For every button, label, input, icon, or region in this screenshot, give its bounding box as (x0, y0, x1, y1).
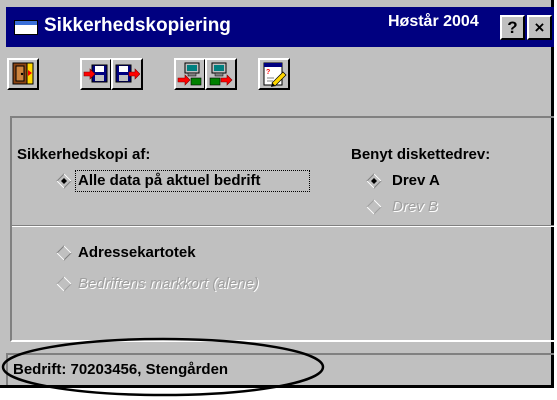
help-button[interactable]: ? (500, 15, 525, 40)
option-drive-b-label: Drev B (392, 198, 438, 215)
harvest-year-label: Høstår 2004 (388, 13, 479, 30)
restore-button[interactable] (111, 58, 143, 90)
title-bar[interactable]: Sikkerhedskopiering Høstår 2004 ? × (6, 7, 554, 47)
backup-button[interactable] (80, 58, 112, 90)
radio-address-file[interactable] (56, 245, 72, 261)
close-button[interactable]: × (527, 15, 552, 40)
annotation-ellipse (1, 337, 325, 397)
window-title: Sikkerhedskopiering (44, 15, 231, 36)
network-receive-button[interactable] (205, 58, 237, 90)
settings-edit-icon: ? (263, 62, 287, 87)
save-to-floppy-icon (83, 64, 108, 83)
svg-text:?: ? (266, 69, 270, 76)
backup-dialog: Sikkerhedskopiering Høstår 2004 ? × ? Si… (0, 0, 554, 388)
network-send-button[interactable] (174, 58, 206, 90)
toolbar: ? (6, 52, 554, 98)
restore-from-floppy-icon (115, 64, 140, 83)
radio-drive-a[interactable] (366, 173, 382, 189)
radio-all-data[interactable] (56, 173, 72, 189)
option-drive-a-label[interactable]: Drev A (392, 172, 440, 189)
option-all-data-label[interactable]: Alle data på aktuel bedrift (78, 172, 261, 189)
settings-button[interactable]: ? (258, 58, 290, 90)
backup-scope-heading: Sikkerhedskopi af: (17, 146, 151, 163)
option-address-file-label[interactable]: Adressekartotek (78, 244, 196, 261)
option-field-map-label: Bedriftens markkort (alene) (78, 275, 259, 292)
exit-button[interactable] (7, 58, 39, 90)
network-transfer-alt-icon (209, 62, 233, 86)
app-window-icon (14, 20, 38, 35)
radio-drive-b (366, 199, 382, 215)
section-divider (12, 225, 554, 227)
radio-field-map (56, 276, 72, 292)
exit-door-icon (12, 62, 34, 85)
network-transfer-icon (177, 62, 202, 86)
drive-heading: Benyt diskettedrev: (351, 146, 491, 163)
